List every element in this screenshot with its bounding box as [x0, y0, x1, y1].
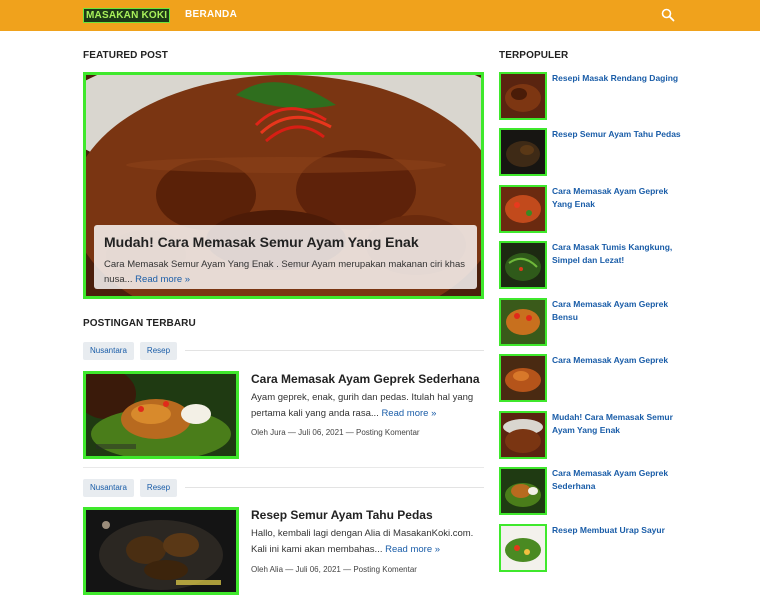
search-icon[interactable] [661, 8, 675, 22]
popular-thumbnail-image [501, 74, 545, 118]
tag-resep[interactable]: Resep [139, 341, 178, 360]
popular-item-title[interactable]: Cara Memasak Ayam Geprek [552, 354, 682, 367]
post-comment-link[interactable]: Posting Komentar [353, 565, 417, 574]
popular-thumbnail-image [501, 526, 545, 570]
popular-item-title[interactable]: Mudah! Cara Memasak Semur Ayam Yang Enak [552, 411, 682, 437]
tag-nusantara[interactable]: Nusantara [83, 478, 134, 497]
featured-post-snippet: Cara Memasak Semur Ayam Yang Enak . Semu… [104, 257, 467, 287]
recent-section-title: POSTINGAN TERBARU [83, 318, 196, 329]
popular-item[interactable]: Resepi Masak Rendang Daging [499, 72, 739, 120]
popular-item-title[interactable]: Cara Masak Tumis Kangkung, Simpel dan Le… [552, 241, 682, 267]
popular-section-title: TERPOPULER [499, 50, 569, 61]
post-meta: Oleh Jura — Juli 06, 2021 — Posting Kome… [251, 428, 420, 437]
popular-item[interactable]: Cara Memasak Ayam Geprek Yang Enak [499, 185, 739, 233]
popular-item-title[interactable]: Cara Memasak Ayam Geprek Yang Enak [552, 185, 682, 211]
post-date[interactable]: Juli 06, 2021 [298, 428, 343, 437]
popular-thumbnail[interactable] [499, 467, 547, 515]
popular-thumbnail[interactable] [499, 354, 547, 402]
popular-thumbnail-image [501, 300, 545, 344]
popular-thumbnail-image [501, 243, 545, 287]
popular-item[interactable]: Mudah! Cara Memasak Semur Ayam Yang Enak [499, 411, 739, 459]
popular-item-title[interactable]: Resepi Masak Rendang Daging [552, 72, 682, 85]
popular-item[interactable]: Resep Semur Ayam Tahu Pedas [499, 128, 739, 176]
popular-thumbnail[interactable] [499, 298, 547, 346]
post-thumbnail[interactable] [83, 507, 239, 595]
meta-dash: — [345, 428, 354, 437]
nav-home-link[interactable]: BERANDA [185, 9, 237, 20]
post-divider [83, 467, 484, 468]
popular-item[interactable]: Cara Memasak Ayam Geprek Bensu [499, 298, 739, 346]
site-logo[interactable]: MASAKAN KOKI [83, 8, 171, 23]
post-meta: Oleh Alia — Juli 06, 2021 — Posting Kome… [251, 565, 417, 574]
post-snippet-text: Ayam geprek, enak, gurih dan pedas. Itul… [251, 392, 474, 419]
popular-thumbnail-image [501, 356, 545, 400]
popular-thumbnail-image [501, 187, 545, 231]
popular-item[interactable]: Cara Masak Tumis Kangkung, Simpel dan Le… [499, 241, 739, 289]
featured-read-more-link[interactable]: Read more » [135, 274, 190, 285]
featured-post-title[interactable]: Mudah! Cara Memasak Semur Ayam Yang Enak [104, 233, 467, 251]
tag-divider [185, 350, 484, 351]
post-snippet: Hallo, kembali lagi dengan Alia di Masak… [251, 526, 479, 558]
featured-post[interactable]: Mudah! Cara Memasak Semur Ayam Yang Enak… [83, 72, 484, 299]
popular-thumbnail[interactable] [499, 128, 547, 176]
meta-dash: — [285, 565, 294, 574]
popular-item[interactable]: Cara Memasak Ayam Geprek [499, 354, 739, 402]
post-author[interactable]: Oleh Alia [251, 565, 283, 574]
meta-dash: — [287, 428, 296, 437]
read-more-link[interactable]: Read more » [381, 408, 436, 419]
popular-thumbnail-image [501, 469, 545, 513]
tag-resep[interactable]: Resep [139, 478, 178, 497]
post-thumbnail-image [86, 510, 236, 592]
post-date[interactable]: Juli 06, 2021 [296, 565, 341, 574]
popular-item-title[interactable]: Cara Memasak Ayam Geprek Bensu [552, 298, 682, 324]
read-more-link[interactable]: Read more » [385, 544, 440, 555]
popular-thumbnail-image [501, 413, 545, 457]
site-logo-text: MASAKAN KOKI [83, 8, 171, 23]
popular-thumbnail[interactable] [499, 411, 547, 459]
post-snippet: Ayam geprek, enak, gurih dan pedas. Itul… [251, 390, 479, 422]
popular-item[interactable]: Cara Memasak Ayam Geprek Sederhana [499, 467, 739, 515]
meta-dash: — [343, 565, 352, 574]
top-navbar: MASAKAN KOKI BERANDA [0, 0, 760, 31]
tag-divider [185, 487, 484, 488]
popular-thumbnail[interactable] [499, 241, 547, 289]
featured-section-title: FEATURED POST [83, 50, 169, 61]
popular-item[interactable]: Resep Membuat Urap Sayur [499, 524, 739, 572]
popular-thumbnail[interactable] [499, 185, 547, 233]
featured-caption-card: Mudah! Cara Memasak Semur Ayam Yang Enak… [94, 225, 477, 289]
post-author[interactable]: Oleh Jura [251, 428, 286, 437]
post-comment-link[interactable]: Posting Komentar [356, 428, 420, 437]
popular-item-title[interactable]: Resep Membuat Urap Sayur [552, 524, 682, 537]
post-tags: Nusantara Resep [83, 478, 484, 497]
post-thumbnail[interactable] [83, 371, 239, 459]
popular-thumbnail-image [501, 130, 545, 174]
post-thumbnail-image [86, 374, 236, 456]
post-tags: Nusantara Resep [83, 341, 484, 360]
popular-item-title[interactable]: Cara Memasak Ayam Geprek Sederhana [552, 467, 682, 493]
popular-item-title[interactable]: Resep Semur Ayam Tahu Pedas [552, 128, 682, 141]
post-title[interactable]: Resep Semur Ayam Tahu Pedas [251, 508, 433, 522]
popular-thumbnail[interactable] [499, 72, 547, 120]
tag-nusantara[interactable]: Nusantara [83, 341, 134, 360]
post-title[interactable]: Cara Memasak Ayam Geprek Sederhana [251, 372, 480, 386]
popular-thumbnail[interactable] [499, 524, 547, 572]
